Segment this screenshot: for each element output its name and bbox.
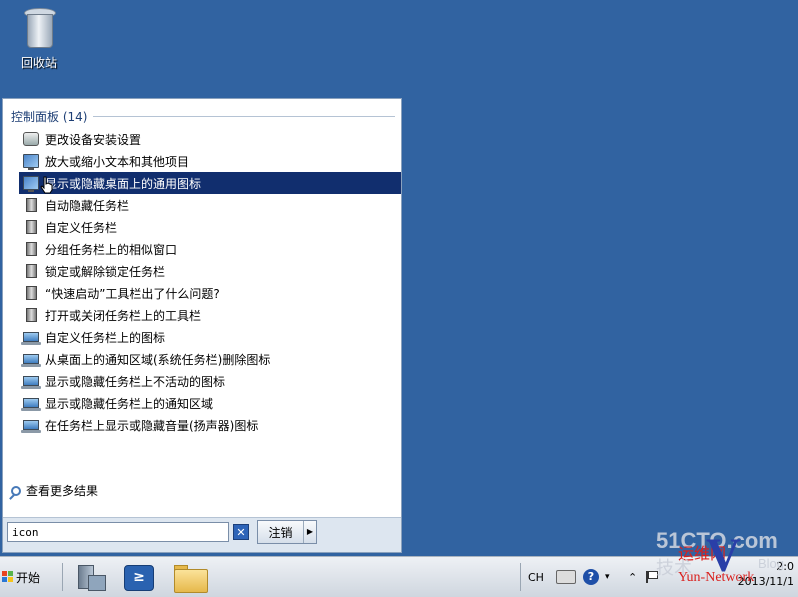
notification-area-icon [21, 332, 41, 345]
list-item-selected[interactable]: 显示或隐藏桌面上的通用图标 [19, 172, 401, 194]
explorer-pinned-button[interactable] [172, 561, 208, 593]
clock-time: 2:0 [776, 560, 794, 573]
result-label: 在任务栏上显示或隐藏音量(扬声器)图标 [45, 418, 259, 433]
list-item[interactable]: 在任务栏上显示或隐藏音量(扬声器)图标 [19, 414, 401, 436]
help-button[interactable]: ? [583, 557, 599, 597]
search-input[interactable] [7, 522, 229, 542]
result-label: 打开或关闭任务栏上的工具栏 [45, 308, 202, 323]
show-hidden-icons-button[interactable]: ⌃ [628, 557, 637, 597]
search-bar: ✕ 注销 ▶ [3, 517, 401, 552]
list-item[interactable]: 自定义任务栏 [19, 216, 401, 238]
logoff-button[interactable]: 注销 ▶ [257, 520, 317, 544]
taskbar-icon [26, 286, 37, 300]
result-label: 自动隐藏任务栏 [45, 198, 130, 213]
options-icon: ▾ [605, 572, 610, 582]
hand-cursor-icon [40, 176, 53, 194]
result-label: 放大或缩小文本和其他项目 [45, 154, 190, 169]
language-options-button[interactable]: ▾ [605, 557, 610, 597]
display-icon [23, 176, 39, 192]
result-label: 显示或隐藏任务栏上的通知区域 [45, 396, 214, 411]
start-label: 开始 [16, 570, 41, 585]
action-center-button[interactable] [646, 557, 658, 597]
taskbar-icon [26, 198, 37, 212]
device-settings-icon [23, 132, 39, 146]
result-label: 显示或隐藏任务栏上不活动的图标 [45, 374, 226, 389]
system-clock[interactable]: 2:0 2013/11/1 [720, 559, 794, 589]
list-item[interactable]: 显示或隐藏任务栏上的通知区域 [19, 392, 401, 414]
section-title: 控制面板 (14) [11, 109, 88, 124]
taskbar-separator [62, 563, 63, 591]
result-label: 分组任务栏上的相似窗口 [45, 242, 178, 257]
taskbar-icon [26, 264, 37, 278]
search-results-list: 更改设备安装设置 放大或缩小文本和其他项目 显示或隐藏桌面上的通用图标 自动隐藏… [19, 128, 401, 436]
see-more-label: 查看更多结果 [26, 484, 99, 498]
logoff-label: 注销 [268, 525, 293, 540]
display-icon [23, 154, 39, 170]
result-label: “快速启动”工具栏出了什么问题? [45, 286, 220, 301]
shutdown-options-arrow-icon[interactable]: ▶ [303, 521, 316, 543]
list-item[interactable]: 更改设备安装设置 [19, 128, 401, 150]
section-divider [93, 115, 395, 117]
recycle-bin-icon [22, 6, 56, 48]
clock-date: 2013/11/1 [737, 575, 794, 588]
flag-icon [646, 571, 658, 583]
clear-search-button[interactable]: ✕ [233, 524, 249, 540]
notification-area-icon [21, 420, 41, 433]
notification-area-icon [21, 398, 41, 411]
input-method-button[interactable] [556, 557, 576, 597]
tray-separator [520, 563, 521, 591]
result-label: 更改设备安装设置 [45, 132, 142, 147]
notification-area-icon [21, 376, 41, 389]
recycle-bin-shortcut[interactable]: 回收站 [14, 6, 64, 71]
list-item[interactable]: 打开或关闭任务栏上的工具栏 [19, 304, 401, 326]
start-button[interactable]: 开始 [2, 563, 46, 591]
windows-logo-icon [2, 571, 14, 583]
list-item[interactable]: 显示或隐藏任务栏上不活动的图标 [19, 370, 401, 392]
powershell-pinned-button[interactable]: ≥ [120, 561, 156, 593]
keyboard-icon [556, 570, 576, 584]
language-indicator[interactable]: CH [528, 557, 544, 597]
result-label: 从桌面上的通知区域(系统任务栏)删除图标 [45, 352, 271, 367]
search-icon [11, 485, 21, 496]
result-label: 锁定或解除锁定任务栏 [45, 264, 166, 279]
powershell-icon: ≥ [124, 565, 154, 591]
result-label: 自定义任务栏 [45, 220, 118, 235]
notification-area-icon [21, 354, 41, 367]
result-label: 显示或隐藏桌面上的通用图标 [45, 176, 202, 191]
chevron-up-icon: ⌃ [628, 570, 638, 584]
list-item[interactable]: “快速启动”工具栏出了什么问题? [19, 282, 401, 304]
list-item[interactable]: 从桌面上的通知区域(系统任务栏)删除图标 [19, 348, 401, 370]
list-item[interactable]: 自定义任务栏上的图标 [19, 326, 401, 348]
taskbar: 开始 ≥ CH ? ▾ ⌃ 2:0 2013/11/1 [0, 556, 798, 597]
list-item[interactable]: 分组任务栏上的相似窗口 [19, 238, 401, 260]
help-icon: ? [583, 569, 599, 585]
list-item[interactable]: 锁定或解除锁定任务栏 [19, 260, 401, 282]
folder-icon [174, 569, 208, 593]
list-item[interactable]: 放大或缩小文本和其他项目 [19, 150, 401, 172]
control-panel-section-header[interactable]: 控制面板 (14) [11, 108, 395, 124]
see-more-results-link[interactable]: 查看更多结果 [11, 482, 98, 499]
taskbar-icon [26, 242, 37, 256]
server-manager-pinned-button[interactable] [72, 561, 108, 593]
list-item[interactable]: 自动隐藏任务栏 [19, 194, 401, 216]
result-label: 自定义任务栏上的图标 [45, 330, 166, 345]
taskbar-icon [26, 220, 37, 234]
taskbar-icon [26, 308, 37, 322]
start-menu: 控制面板 (14) 更改设备安装设置 放大或缩小文本和其他项目 显示或隐藏桌面上… [2, 98, 402, 553]
recycle-bin-label: 回收站 [20, 56, 57, 70]
